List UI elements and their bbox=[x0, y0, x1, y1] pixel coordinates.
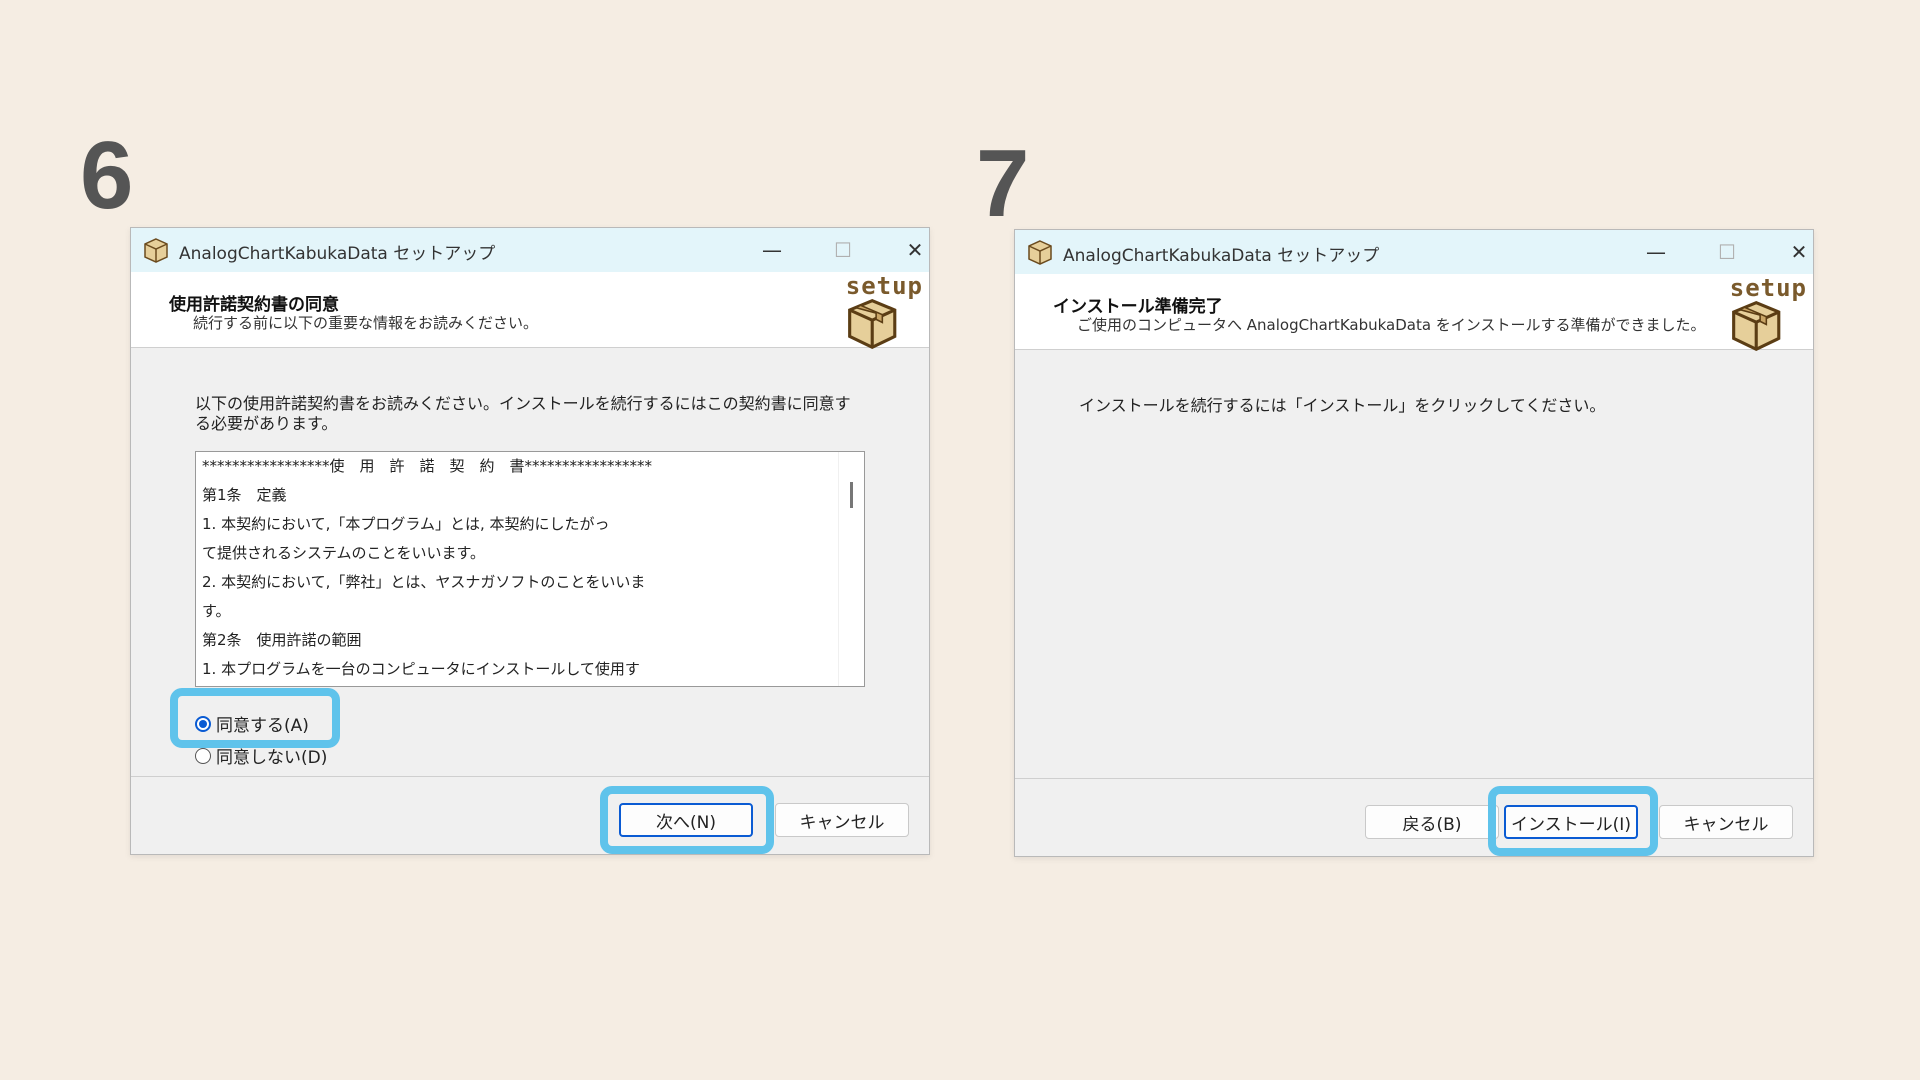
scroll-thumb[interactable] bbox=[850, 482, 853, 508]
cancel-button[interactable]: キャンセル bbox=[775, 803, 909, 837]
license-line: す。 bbox=[202, 602, 231, 620]
license-line: 第2条 使用許諾の範囲 bbox=[202, 631, 362, 649]
radio-unchecked-icon[interactable] bbox=[195, 747, 211, 764]
license-line: 1. 本プログラムを一台のコンピュータにインストールして使用す bbox=[202, 660, 640, 678]
window-title: AnalogChartKabukaData セットアップ bbox=[179, 244, 496, 264]
minimize-icon[interactable]: — bbox=[746, 234, 798, 266]
license-agreement-dialog: AnalogChartKabukaData セットアップ — ☐ ✕ 使用許諾契… bbox=[130, 227, 930, 855]
instruction-text: インストールを続行するには「インストール」をクリックしてください。 bbox=[1079, 396, 1606, 415]
license-line: て提供されるシステムのことをいいます。 bbox=[202, 544, 486, 562]
wizard-header: インストール準備完了 ご使用のコンピュータへ AnalogChartKabuka… bbox=[1015, 274, 1813, 352]
step-number-6: 6 bbox=[80, 122, 134, 229]
highlight-next-button bbox=[600, 786, 774, 854]
cancel-button[interactable]: キャンセル bbox=[1659, 805, 1793, 839]
license-line: *****************使 用 許 諾 契 約 書**********… bbox=[202, 457, 653, 475]
license-textbox[interactable]: *****************使 用 許 諾 契 約 書**********… bbox=[195, 451, 865, 687]
footer-divider bbox=[1015, 778, 1813, 779]
license-line: 第1条 定義 bbox=[202, 486, 287, 504]
page-title: インストール準備完了 bbox=[1053, 297, 1223, 317]
page-subtitle: 続行する前に以下の重要な情報をお読みください。 bbox=[193, 314, 539, 332]
back-button[interactable]: 戻る(B) bbox=[1365, 805, 1499, 839]
install-ready-dialog: AnalogChartKabukaData セットアップ — ☐ ✕ インストー… bbox=[1014, 229, 1814, 857]
footer-divider bbox=[131, 776, 929, 777]
page-subtitle: ご使用のコンピュータへ AnalogChartKabukaData をインストー… bbox=[1077, 316, 1706, 334]
license-scrollbar[interactable] bbox=[838, 452, 864, 686]
setup-box-logo-icon bbox=[848, 298, 897, 350]
highlight-install-button bbox=[1488, 786, 1658, 856]
license-line: 1. 本契約において,「本プログラム」とは, 本契約にしたがっ bbox=[202, 515, 610, 533]
maximize-icon: ☐ bbox=[1718, 240, 1736, 264]
page-title: 使用許諾契約書の同意 bbox=[169, 295, 339, 315]
maximize-icon: ☐ bbox=[834, 238, 852, 262]
step-number-7: 7 bbox=[976, 130, 1030, 237]
minimize-icon[interactable]: — bbox=[1630, 236, 1682, 268]
wizard-header: 使用許諾契約書の同意 続行する前に以下の重要な情報をお読みください。 setup bbox=[131, 272, 929, 350]
setup-box-logo-icon bbox=[1732, 300, 1781, 352]
title-bar[interactable]: AnalogChartKabukaData セットアップ — ☐ ✕ bbox=[131, 228, 929, 272]
window-title: AnalogChartKabukaData セットアップ bbox=[1063, 246, 1380, 266]
setup-box-icon bbox=[144, 238, 168, 263]
title-bar[interactable]: AnalogChartKabukaData セットアップ — ☐ ✕ bbox=[1015, 230, 1813, 274]
setup-box-icon bbox=[1028, 240, 1052, 265]
close-icon[interactable]: ✕ bbox=[889, 234, 941, 266]
instruction-text: 以下の使用許諾契約書をお読みください。インストールを続行するにはこの契約書に同意… bbox=[195, 394, 851, 433]
highlight-agree-radio bbox=[170, 688, 340, 748]
close-icon[interactable]: ✕ bbox=[1773, 236, 1825, 268]
license-line: 2. 本契約において,「弊社」とは、ヤスナガソフトのことをいいま bbox=[202, 573, 646, 591]
